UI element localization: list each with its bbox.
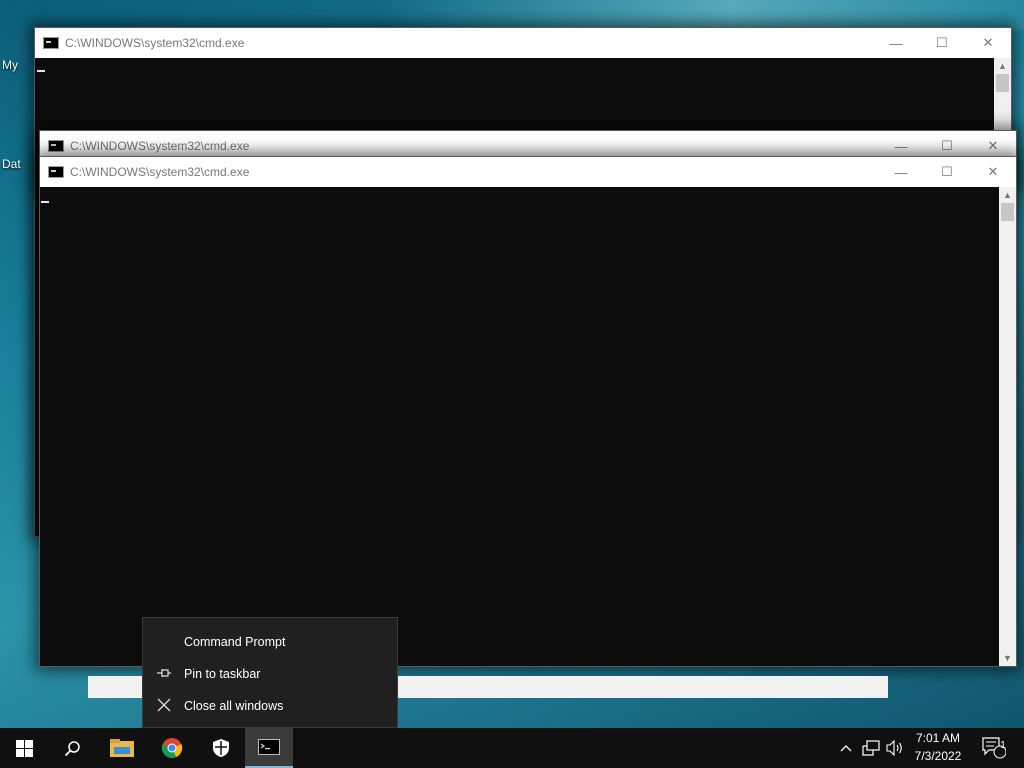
action-center-button[interactable]: 1 bbox=[976, 728, 1012, 768]
cmd-window-3[interactable]: C:\WINDOWS\system32\cmd.exe — ☐ ✕ ▲ ▼ bbox=[39, 156, 1017, 667]
desktop-icon-label-my[interactable]: My bbox=[2, 58, 18, 72]
menu-item-label: Command Prompt bbox=[184, 635, 286, 649]
network-icon bbox=[862, 740, 880, 756]
clock-date[interactable]: 7/3/2022 bbox=[908, 749, 968, 763]
pin-icon bbox=[155, 666, 173, 682]
network-button[interactable] bbox=[859, 728, 883, 768]
text-cursor bbox=[37, 70, 45, 72]
scroll-up-icon[interactable]: ▲ bbox=[994, 59, 1011, 73]
minimize-button[interactable]: — bbox=[878, 157, 924, 187]
volume-button[interactable] bbox=[883, 728, 907, 768]
cmd-icon bbox=[48, 166, 64, 178]
scroll-up-icon[interactable]: ▲ bbox=[999, 188, 1016, 202]
taskbar-windows-security[interactable] bbox=[197, 728, 245, 768]
shield-icon bbox=[213, 739, 229, 757]
start-button[interactable] bbox=[0, 728, 48, 768]
cmd-icon bbox=[258, 739, 280, 755]
scroll-thumb[interactable] bbox=[1001, 203, 1014, 221]
text-cursor bbox=[41, 201, 49, 203]
show-hidden-icons-button[interactable] bbox=[835, 728, 857, 768]
taskbar-command-prompt[interactable] bbox=[245, 728, 293, 768]
windows-logo-icon bbox=[15, 739, 33, 757]
menu-item-pin-to-taskbar[interactable]: Pin to taskbar bbox=[143, 658, 397, 690]
close-button[interactable]: ✕ bbox=[970, 157, 1016, 187]
titlebar[interactable]: C:\WINDOWS\system32\cmd.exe — ☐ ✕ bbox=[35, 28, 1011, 58]
menu-item-close-all-windows[interactable]: Close all windows bbox=[143, 690, 397, 722]
maximize-button[interactable]: ☐ bbox=[919, 28, 965, 58]
close-button[interactable]: ✕ bbox=[965, 28, 1011, 58]
window-title: C:\WINDOWS\system32\cmd.exe bbox=[70, 139, 250, 153]
window-title: C:\WINDOWS\system32\cmd.exe bbox=[65, 36, 245, 50]
folder-icon bbox=[110, 739, 134, 757]
menu-item-command-prompt[interactable]: Command Prompt bbox=[143, 626, 397, 658]
cmd-icon bbox=[43, 37, 59, 49]
scroll-down-icon[interactable]: ▼ bbox=[999, 651, 1016, 665]
close-icon bbox=[155, 698, 173, 715]
menu-item-label: Close all windows bbox=[184, 699, 284, 713]
speaker-icon bbox=[886, 740, 902, 756]
cmd-icon bbox=[48, 140, 64, 152]
minimize-button[interactable]: — bbox=[873, 28, 919, 58]
notification-count-badge: 1 bbox=[1000, 740, 1006, 751]
chevron-up-icon bbox=[840, 745, 852, 752]
scrollbar[interactable]: ▲ ▼ bbox=[999, 187, 1016, 666]
taskbar: 7:01 AM 7/3/2022 1 bbox=[0, 728, 1024, 768]
search-icon bbox=[64, 740, 80, 756]
menu-item-label: Pin to taskbar bbox=[184, 667, 261, 681]
taskbar-file-explorer[interactable] bbox=[98, 728, 146, 768]
search-button[interactable] bbox=[48, 728, 96, 768]
window-title: C:\WINDOWS\system32\cmd.exe bbox=[70, 165, 250, 179]
maximize-button[interactable]: ☐ bbox=[924, 157, 970, 187]
desktop-icon-label-dat[interactable]: Dat bbox=[2, 157, 21, 171]
scroll-thumb[interactable] bbox=[996, 74, 1009, 92]
taskbar-jump-list[interactable]: Command Prompt Pin to taskbar Close all … bbox=[142, 617, 398, 728]
titlebar[interactable]: C:\WINDOWS\system32\cmd.exe — ☐ ✕ bbox=[40, 157, 1016, 187]
taskbar-chrome[interactable] bbox=[148, 728, 196, 768]
chrome-icon bbox=[161, 738, 183, 758]
clock-time[interactable]: 7:01 AM bbox=[908, 731, 968, 745]
